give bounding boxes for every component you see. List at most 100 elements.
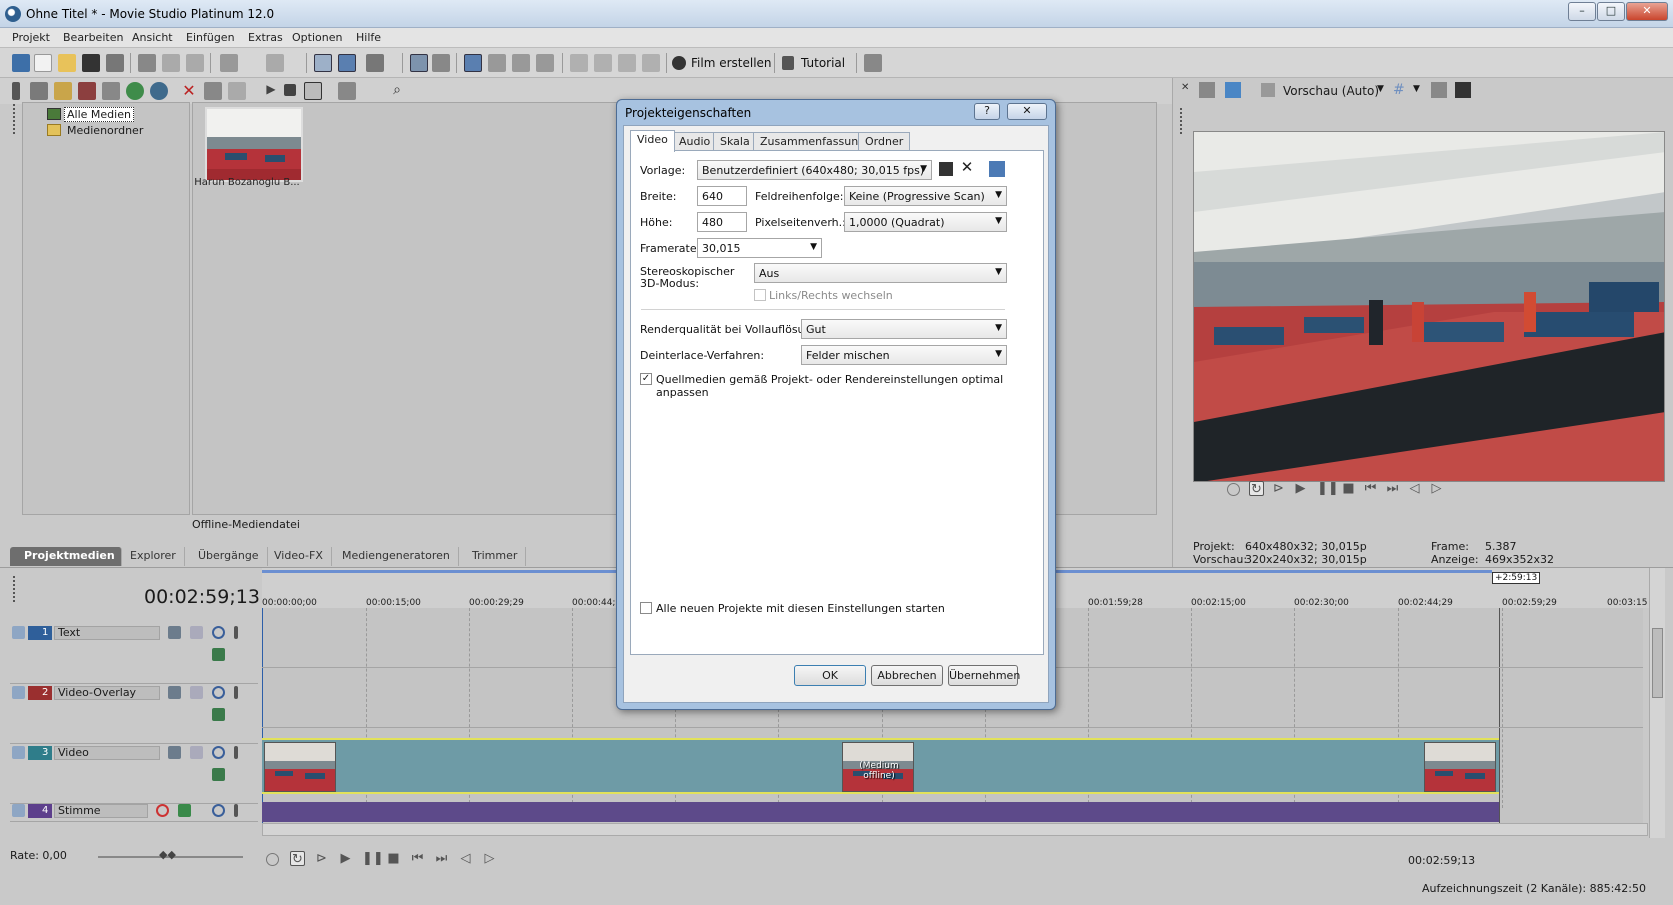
delete-template-icon[interactable]: ✕ <box>959 159 975 175</box>
snap-icon[interactable] <box>366 54 384 72</box>
loop-playback-icon[interactable]: ↻ <box>1249 481 1264 497</box>
menu-optionen[interactable]: Optionen <box>292 31 342 44</box>
track-fx-icon[interactable] <box>190 746 203 759</box>
open-folder-icon[interactable] <box>58 54 76 72</box>
mute-icon[interactable] <box>212 746 225 759</box>
pause-icon[interactable]: ❚❚ <box>1317 481 1339 496</box>
lock-icon[interactable] <box>512 54 530 72</box>
capture-icon[interactable] <box>54 82 72 100</box>
track-motion-icon[interactable] <box>168 686 181 699</box>
tab-projektmedien[interactable]: Projektmedien <box>10 547 122 566</box>
track-name[interactable]: Stimme <box>54 804 148 818</box>
breite-field[interactable]: 640 <box>697 186 747 206</box>
track-fx-icon[interactable] <box>190 686 203 699</box>
overlays-icon[interactable]: # <box>1393 82 1409 98</box>
rate-slider-handle[interactable]: ◆◆ <box>159 848 176 861</box>
quellmedien-checkbox[interactable]: ✓ <box>640 373 652 385</box>
voice-track-lane[interactable] <box>262 802 1499 822</box>
zoom-icon[interactable] <box>536 54 554 72</box>
stop-icon[interactable]: ■ <box>1341 481 1356 496</box>
track-fx-icon[interactable] <box>190 626 203 639</box>
track-header-video[interactable]: 3 Video <box>10 740 258 804</box>
track-header-video-overlay[interactable]: 2 Video-Overlay <box>10 680 258 744</box>
track-minimize-icon[interactable] <box>12 746 25 759</box>
menu-einfuegen[interactable]: Einfügen <box>186 31 235 44</box>
track-header-text[interactable]: 1 Text <box>10 620 258 684</box>
track-envelope-icon[interactable] <box>212 708 225 721</box>
record-icon[interactable] <box>266 853 279 866</box>
help-pointer-icon[interactable] <box>864 54 882 72</box>
solo-icon[interactable] <box>234 804 238 817</box>
go-to-start-icon[interactable]: ⏮ <box>1363 481 1378 496</box>
pixelseitenverh-select[interactable]: 1,0000 (Quadrat) ▼ <box>844 212 1007 232</box>
uebernehmen-button[interactable]: Übernehmen <box>948 665 1020 686</box>
mute-icon[interactable] <box>212 686 225 699</box>
chevron-down-icon[interactable]: ▼ <box>1413 84 1420 94</box>
track-name[interactable]: Video-Overlay <box>54 686 160 700</box>
play-from-start-icon[interactable]: ⊳ <box>1271 481 1286 496</box>
edit-tool-icon[interactable] <box>338 54 356 72</box>
external-monitor-icon[interactable] <box>1225 82 1241 98</box>
framerate-select[interactable]: 30,015 ▼ <box>697 238 822 258</box>
next-frame-icon[interactable]: ▷ <box>482 851 497 866</box>
menu-projekt[interactable]: Projekt <box>12 31 50 44</box>
redo-icon[interactable] <box>266 54 284 72</box>
go-to-start-icon[interactable]: ⏮ <box>410 851 425 866</box>
track-motion-icon[interactable] <box>168 746 181 759</box>
tab-video-fx[interactable]: Video-FX <box>266 547 332 566</box>
track-header-stimme[interactable]: 4 Stimme <box>10 800 258 822</box>
tab-mediengeneratoren[interactable]: Mediengeneratoren <box>334 547 459 566</box>
hoehe-field[interactable]: 480 <box>697 212 747 232</box>
group-icon[interactable] <box>488 54 506 72</box>
tab-trimmer[interactable]: Trimmer <box>464 547 527 566</box>
ok-button[interactable]: OK <box>794 665 866 686</box>
track-minimize-icon[interactable] <box>12 686 25 699</box>
save-icon[interactable] <box>82 54 100 72</box>
tab-uebergaenge[interactable]: Übergänge <box>190 547 268 566</box>
tab-video[interactable]: Video <box>630 130 675 152</box>
tutorial-button[interactable]: Tutorial <box>801 56 845 70</box>
auto-ripple-icon[interactable] <box>464 54 482 72</box>
media-fx-icon[interactable] <box>228 82 246 100</box>
dialog-help-button[interactable]: ? <box>974 103 1000 120</box>
tab-ordner[interactable]: Ordner <box>858 132 911 151</box>
film-erstellen-button[interactable]: Film erstellen <box>691 56 772 70</box>
deinterlace-select[interactable]: Felder mischen ▼ <box>801 345 1007 365</box>
copy-snapshot-icon[interactable] <box>1431 82 1447 98</box>
media-search-icon[interactable] <box>150 82 168 100</box>
go-to-end-icon[interactable]: ⏭ <box>434 851 449 866</box>
track-motion-icon[interactable] <box>168 626 181 639</box>
tab-zusammenfassung[interactable]: Zusammenfassung <box>753 132 873 151</box>
pane-grip[interactable] <box>13 104 17 134</box>
solo-icon[interactable] <box>234 746 238 759</box>
media-thumbnail[interactable] <box>205 107 303 182</box>
vorlage-select[interactable]: Benutzerdefiniert (640x480; 30,015 fps) ▼ <box>697 160 932 180</box>
timeline-horizontal-scrollbar[interactable] <box>262 823 1648 836</box>
align-icon-3[interactable] <box>618 54 636 72</box>
minimize-button[interactable]: – <box>1568 2 1596 21</box>
search-icon[interactable]: ⌕ <box>388 82 406 100</box>
record-arm-icon[interactable] <box>156 804 169 817</box>
save-template-icon[interactable] <box>939 162 953 176</box>
play-from-start-icon[interactable]: ⊳ <box>314 851 329 866</box>
tree-item-medienordner[interactable]: Medienordner <box>67 124 143 137</box>
stop-icon[interactable] <box>284 84 296 96</box>
get-media-icon[interactable] <box>78 82 96 100</box>
menu-ansicht[interactable]: Ansicht <box>132 31 173 44</box>
project-properties-icon[interactable] <box>12 54 30 72</box>
close-window-button[interactable]: ✕ <box>1626 2 1668 21</box>
align-icon-4[interactable] <box>642 54 660 72</box>
video-event[interactable]: (Medium offline) <box>262 738 1499 794</box>
ripple-edit-icon[interactable] <box>410 54 428 72</box>
align-icon-1[interactable] <box>570 54 588 72</box>
match-media-icon[interactable] <box>989 161 1005 177</box>
auto-preview-icon[interactable] <box>304 82 322 100</box>
feldreihenfolge-select[interactable]: Keine (Progressive Scan) ▼ <box>844 186 1007 206</box>
track-minimize-icon[interactable] <box>12 804 25 817</box>
tab-skala[interactable]: Skala <box>713 132 757 151</box>
stereo-select[interactable]: Aus ▼ <box>754 263 1007 283</box>
play-icon[interactable]: ▶ <box>338 851 353 866</box>
crossfade-icon[interactable] <box>432 54 450 72</box>
maximize-button[interactable]: □ <box>1597 2 1625 21</box>
tab-audio[interactable]: Audio <box>672 132 718 151</box>
